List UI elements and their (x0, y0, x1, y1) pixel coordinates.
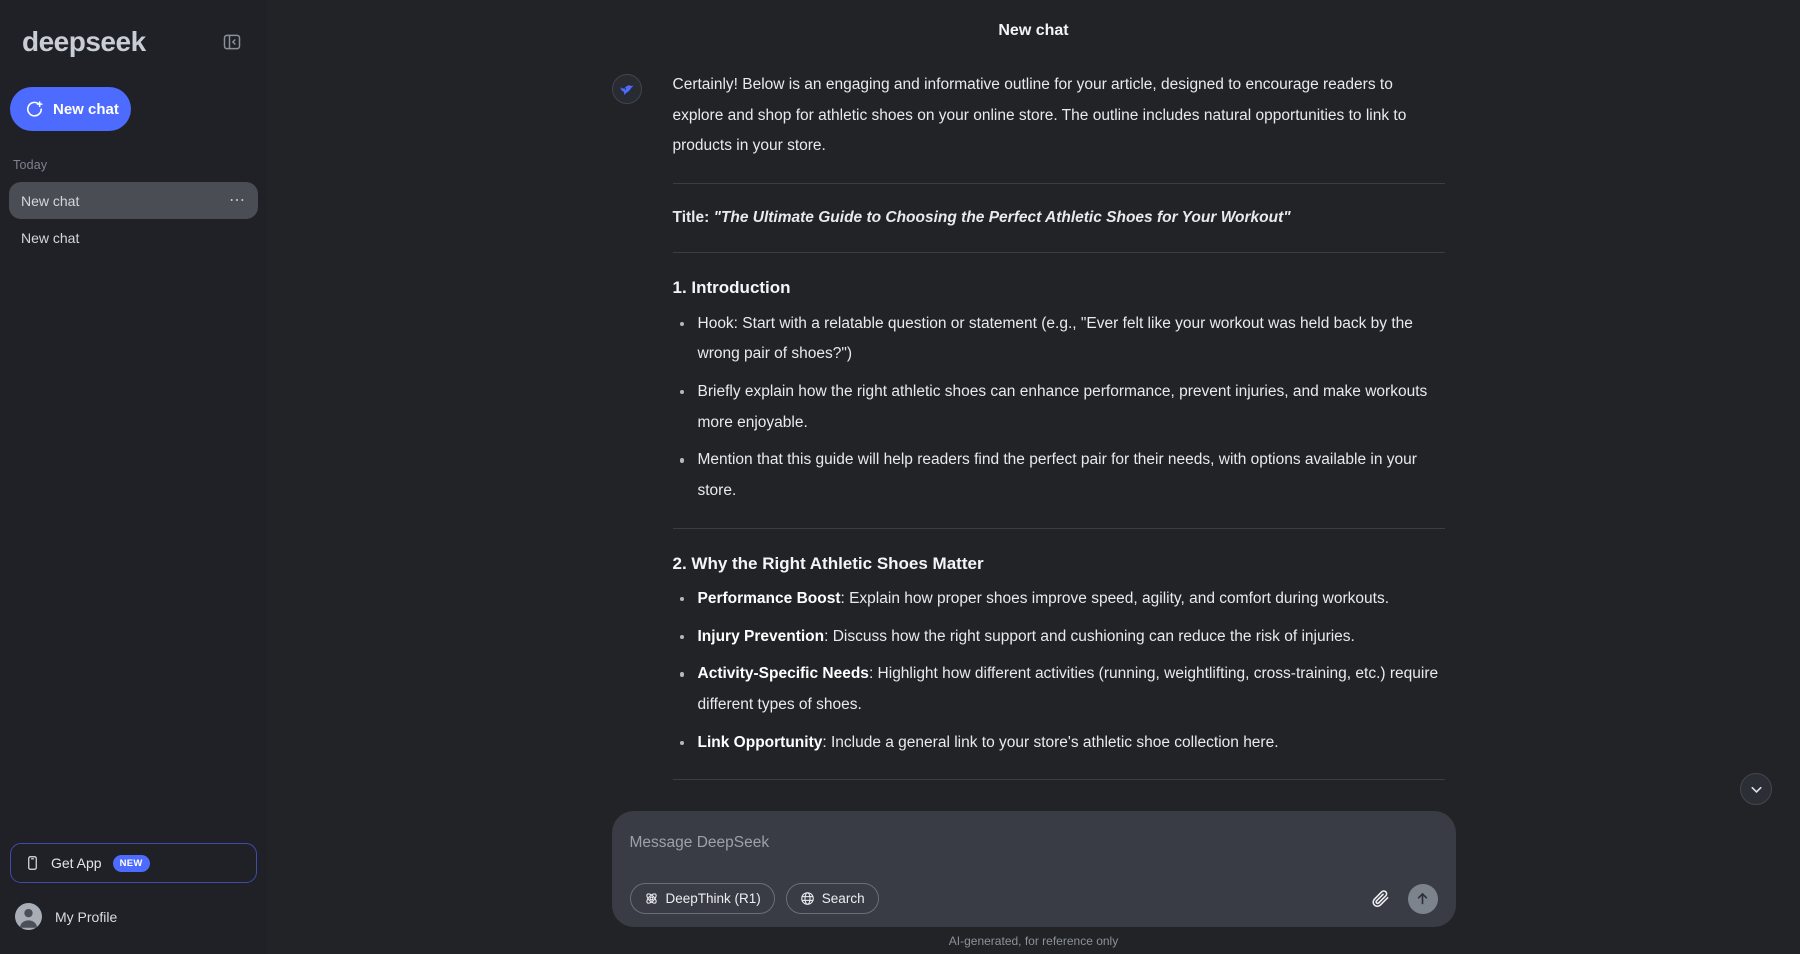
bullet-lead: Link Opportunity (698, 734, 823, 751)
disclaimer-text: AI-generated, for reference only (949, 934, 1118, 948)
deepseek-whale-icon (612, 74, 642, 104)
article-title-line: Title: "The Ultimate Guide to Choosing t… (673, 205, 1445, 231)
bullet-item: Briefly explain how the right athletic s… (673, 377, 1445, 438)
bullet-item: Mention that this guide will help reader… (673, 445, 1445, 506)
bullet-item: Hook: Start with a relatable question or… (673, 309, 1445, 370)
sidebar-footer: Get App NEW My Profile (0, 843, 267, 954)
app-root: deepseek New chat Today (0, 0, 1800, 954)
chat-header: New chat (267, 0, 1800, 62)
my-profile-label: My Profile (55, 909, 117, 925)
bullet-item: Performance Boost: Explain how proper sh… (673, 584, 1445, 615)
bullet-item: Activity-Specific Needs: Highlight how d… (673, 659, 1445, 720)
bullet-text: : Include a general link to your store's… (822, 734, 1278, 751)
divider (673, 528, 1445, 529)
chat-item-label: New chat (21, 193, 79, 209)
chat-group-label: Today (0, 131, 267, 172)
chat-options-icon[interactable]: ⋯ (229, 196, 246, 206)
divider (673, 779, 1445, 780)
bullet-item: Injury Prevention: Discuss how the right… (673, 622, 1445, 653)
search-label: Search (822, 891, 865, 906)
new-chat-plus-icon (25, 100, 44, 119)
chat-item-label: New chat (21, 230, 79, 246)
divider (673, 183, 1445, 184)
bullet-text: Briefly explain how the right athletic s… (698, 383, 1428, 431)
bullet-lead: Injury Prevention (698, 628, 825, 645)
article-title-text: "The Ultimate Guide to Choosing the Perf… (714, 209, 1291, 226)
composer-zone: DeepThink (R1) Search (267, 811, 1800, 954)
sidebar: deepseek New chat Today (0, 0, 267, 954)
send-button[interactable] (1408, 884, 1438, 914)
globe-icon (800, 891, 815, 906)
page-title: New chat (998, 22, 1068, 40)
bullet-lead: Performance Boost (698, 590, 841, 607)
chevron-down-icon[interactable] (1740, 773, 1772, 805)
new-badge: NEW (113, 855, 150, 872)
chat-history-list: New chat ⋯ New chat (0, 182, 267, 256)
message-content: Certainly! Below is an engaging and info… (673, 70, 1445, 811)
deepthink-toggle[interactable]: DeepThink (R1) (630, 883, 775, 914)
chat-list-item[interactable]: New chat (9, 219, 258, 256)
message-input[interactable] (630, 829, 1438, 857)
composer-actions (1369, 884, 1438, 914)
new-chat-button[interactable]: New chat (10, 87, 131, 131)
bullet-text: Hook: Start with a relatable question or… (698, 315, 1413, 363)
paperclip-icon[interactable] (1369, 887, 1393, 911)
section-heading: 1. Introduction (673, 274, 1445, 301)
get-app-label: Get App (51, 855, 102, 871)
composer: DeepThink (R1) Search (612, 811, 1456, 927)
composer-toolbar: DeepThink (R1) Search (630, 883, 1438, 914)
section-bullets: Hook: Start with a relatable question or… (673, 309, 1445, 507)
section-bullets: Performance Boost: Explain how proper sh… (673, 584, 1445, 758)
deepseek-logo: deepseek (22, 28, 146, 56)
article-title-label: Title: (673, 209, 710, 226)
user-avatar-icon (15, 903, 42, 930)
main-panel: New chat Certainly! Below is an engaging… (267, 0, 1800, 954)
mobile-phone-icon (25, 854, 40, 872)
bullet-item: Link Opportunity: Include a general link… (673, 728, 1445, 759)
bullet-text: Mention that this guide will help reader… (698, 451, 1417, 499)
my-profile-button[interactable]: My Profile (10, 897, 257, 936)
new-chat-label: New chat (53, 101, 119, 118)
atom-icon (644, 891, 659, 906)
deepthink-label: DeepThink (R1) (666, 891, 761, 906)
get-app-button[interactable]: Get App NEW (10, 843, 257, 883)
section-heading: 2. Why the Right Athletic Shoes Matter (673, 550, 1445, 577)
bullet-text: : Discuss how the right support and cush… (824, 628, 1355, 645)
search-toggle[interactable]: Search (786, 883, 879, 914)
chat-list-item[interactable]: New chat ⋯ (9, 182, 258, 219)
bullet-lead: Activity-Specific Needs (698, 665, 869, 682)
divider (673, 252, 1445, 253)
bullet-text: : Explain how proper shoes improve speed… (840, 590, 1389, 607)
panel-collapse-icon[interactable] (219, 29, 245, 55)
message-scroll-area[interactable]: Certainly! Below is an engaging and info… (267, 62, 1800, 811)
assistant-message: Certainly! Below is an engaging and info… (612, 62, 1456, 811)
intro-paragraph: Certainly! Below is an engaging and info… (673, 70, 1445, 162)
sidebar-header: deepseek (0, 0, 267, 64)
